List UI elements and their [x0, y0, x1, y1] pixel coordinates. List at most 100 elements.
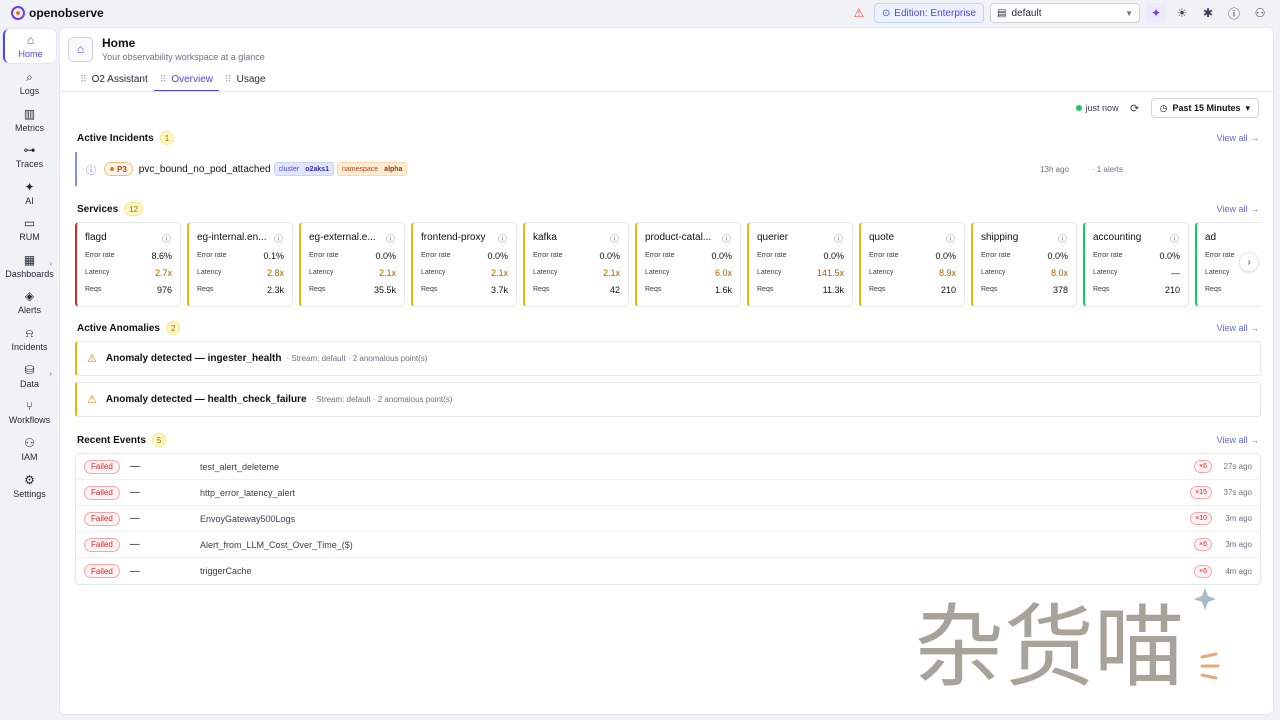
- services-view-all-link[interactable]: View all →: [1217, 204, 1259, 214]
- metric-value: 0.1%: [263, 250, 284, 261]
- sidebar-item-data[interactable]: ⛁ Data ›: [3, 359, 56, 393]
- section-title-text: Active Incidents: [77, 132, 154, 144]
- incidents-view-all-link[interactable]: View all →: [1217, 133, 1259, 143]
- info-icon[interactable]: ⓘ: [162, 232, 171, 245]
- edition-button[interactable]: ⊙ Edition: Enterprise: [873, 3, 984, 23]
- service-card[interactable]: querier ⓘ Error rate 0.0% Latency 141.5x Reqs 1…: [747, 222, 853, 307]
- metric-value: 2.1x: [602, 267, 620, 278]
- info-icon[interactable]: ⓘ: [498, 232, 507, 245]
- info-icon[interactable]: ⓘ: [722, 232, 731, 245]
- services-carousel: flagd ⓘ Error rate 8.6% Latency 2.7x Reqs 976 eg…: [75, 222, 1261, 307]
- metric-label: Latency: [533, 269, 558, 276]
- service-card[interactable]: accounting ⓘ Error rate 0.0% Latency — Reqs 210: [1083, 222, 1189, 307]
- sidebar-item-label: Settings: [13, 488, 46, 499]
- org-select[interactable]: ▤ default ▼: [990, 3, 1140, 23]
- info-icon[interactable]: ⓘ: [610, 232, 619, 245]
- service-card[interactable]: eg-internal.en... ⓘ Error rate 0.1% Latency 2…: [187, 222, 293, 307]
- services-section-title: Services 12: [77, 202, 144, 216]
- event-row[interactable]: Failed — EnvoyGateway500Logs ×10 3m ago: [76, 506, 1260, 532]
- sidebar-item-ai[interactable]: ✦ AI: [3, 176, 56, 210]
- warning-icon[interactable]: ⚠: [850, 6, 868, 20]
- drag-handle-icon[interactable]: ⠿: [80, 74, 87, 85]
- service-card[interactable]: flagd ⓘ Error rate 8.6% Latency 2.7x Reqs 976: [75, 222, 181, 307]
- user-menu-button[interactable]: ⚇: [1250, 3, 1270, 23]
- info-icon[interactable]: ⓘ: [946, 232, 955, 245]
- sidebar-item-alerts[interactable]: ◈ Alerts: [3, 285, 56, 319]
- metric-value: 2.1x: [378, 267, 396, 278]
- ai-assistant-button[interactable]: ✦: [1146, 3, 1166, 23]
- sidebar-item-logs[interactable]: ⌕ Logs: [3, 66, 56, 100]
- event-row[interactable]: Failed — test_alert_deleteme ×6 27s ago: [76, 454, 1260, 480]
- anomaly-row[interactable]: ⚠ Anomaly detected — ingester_health · S…: [75, 341, 1261, 376]
- metric-label: Latency: [1093, 269, 1118, 276]
- service-metric-row: Error rate 0.1%: [197, 247, 284, 264]
- info-icon[interactable]: ⓘ: [386, 232, 395, 245]
- theme-toggle-button[interactable]: ☀: [1172, 3, 1192, 23]
- info-icon[interactable]: ⓘ: [1058, 232, 1067, 245]
- event-source: —: [129, 461, 140, 472]
- brand-logo[interactable]: openobserve: [11, 6, 104, 20]
- anomalies-view-all-link[interactable]: View all →: [1217, 323, 1259, 333]
- event-source: —: [129, 565, 140, 577]
- sidebar-item-metrics[interactable]: ▥ Metrics: [3, 103, 56, 137]
- drag-handle-icon[interactable]: ⠿: [225, 74, 232, 85]
- service-metric-row: Reqs 2.3k: [197, 281, 284, 298]
- metric-label: Reqs: [421, 286, 438, 293]
- anomaly-row[interactable]: ⚠ Anomaly detected — health_check_failur…: [75, 382, 1261, 417]
- service-metric-row: Error rate 0.0%: [533, 247, 620, 264]
- info-icon[interactable]: ⓘ: [834, 232, 843, 245]
- sidebar-item-traces[interactable]: ⊶ Traces: [3, 139, 56, 173]
- sidebar-item-home[interactable]: ⌂ Home: [3, 29, 56, 63]
- event-row[interactable]: Failed — triggerCache ×6 4m ago: [76, 558, 1260, 584]
- event-time: 37s ago: [1223, 488, 1252, 497]
- tab-o2-assistant[interactable]: ⠿ O2 Assistant: [74, 68, 154, 92]
- tab-usage[interactable]: ⠿ Usage: [219, 68, 272, 92]
- tab-overview[interactable]: ⠿ Overview: [153, 68, 220, 92]
- logs-icon: ⌕: [26, 69, 33, 84]
- help-button[interactable]: ⓘ: [1224, 3, 1244, 23]
- event-name: test_alert_deleteme: [200, 461, 280, 472]
- info-icon[interactable]: ⓘ: [1170, 232, 1179, 245]
- metric-label: Error rate: [1093, 252, 1123, 259]
- service-card[interactable]: shipping ⓘ Error rate 0.0% Latency 8.0x Reqs 37…: [971, 222, 1077, 307]
- slack-button[interactable]: ✱: [1198, 3, 1218, 23]
- priority-text: P3: [117, 164, 127, 174]
- metric-label: Error rate: [309, 252, 339, 259]
- service-metric-row: Error rate 0.0%: [1093, 247, 1180, 264]
- service-metric-row: Latency 2.1x: [309, 264, 396, 281]
- event-row[interactable]: Failed — http_error_latency_alert ×15 37s ag…: [76, 480, 1260, 506]
- drag-handle-icon[interactable]: ⠿: [160, 74, 167, 85]
- events-view-all-link[interactable]: View all →: [1217, 435, 1259, 445]
- sidebar-item-dashboards[interactable]: ▦ Dashboards ›: [3, 249, 56, 283]
- sidebar-item-incidents[interactable]: ⍾ Incidents: [3, 322, 56, 356]
- metric-label: Error rate: [197, 252, 227, 259]
- sidebar-item-workflows[interactable]: ⑂ Workflows: [3, 395, 56, 429]
- service-card[interactable]: product-catal... ⓘ Error rate 0.0% Latency 6.…: [635, 222, 741, 307]
- incident-row[interactable]: ⓘ P3 pvc_bound_no_pod_attached cluster o2…: [75, 152, 1261, 186]
- page-title: Home: [102, 36, 136, 50]
- service-card[interactable]: frontend-proxy ⓘ Error rate 0.0% Latency 2.1x…: [411, 222, 517, 307]
- status-badge: Failed: [84, 537, 120, 552]
- refresh-icon[interactable]: ⟳: [1127, 102, 1143, 115]
- metric-label: Reqs: [197, 286, 214, 293]
- sidebar-item-iam[interactable]: ⚇ IAM: [3, 432, 56, 466]
- service-card[interactable]: kafka ⓘ Error rate 0.0% Latency 2.1x Reqs 42: [523, 222, 629, 307]
- metric-value: 976: [156, 284, 172, 295]
- event-row[interactable]: Failed — Alert_from_LLM_Cost_Over_Time_($)…: [76, 532, 1260, 558]
- sidebar-item-rum[interactable]: ▭ RUM: [3, 212, 56, 246]
- incidents-section-title: Active Incidents 1: [77, 131, 175, 145]
- events-section-title: Recent Events 5: [77, 433, 167, 447]
- incident-name: pvc_bound_no_pod_attached: [138, 163, 271, 175]
- sidebar-item-settings[interactable]: ⚙ Settings: [3, 469, 56, 503]
- metric-label: Latency: [85, 269, 110, 276]
- metric-label: Error rate: [421, 252, 451, 259]
- time-range-button[interactable]: ◷ Past 15 Minutes ▾: [1150, 98, 1259, 118]
- carousel-next-button[interactable]: ›: [1239, 252, 1259, 272]
- metric-value: 210: [1164, 284, 1180, 295]
- org-select-value: default: [1011, 7, 1042, 19]
- service-card[interactable]: eg-external.e... ⓘ Error rate 0.0% Latency 2.…: [299, 222, 405, 307]
- info-icon[interactable]: ⓘ: [274, 232, 283, 245]
- home-icon: ⌂: [68, 36, 93, 62]
- service-card[interactable]: quote ⓘ Error rate 0.0% Latency 8.9x Reqs 210: [859, 222, 965, 307]
- live-indicator-icon: [1075, 105, 1082, 111]
